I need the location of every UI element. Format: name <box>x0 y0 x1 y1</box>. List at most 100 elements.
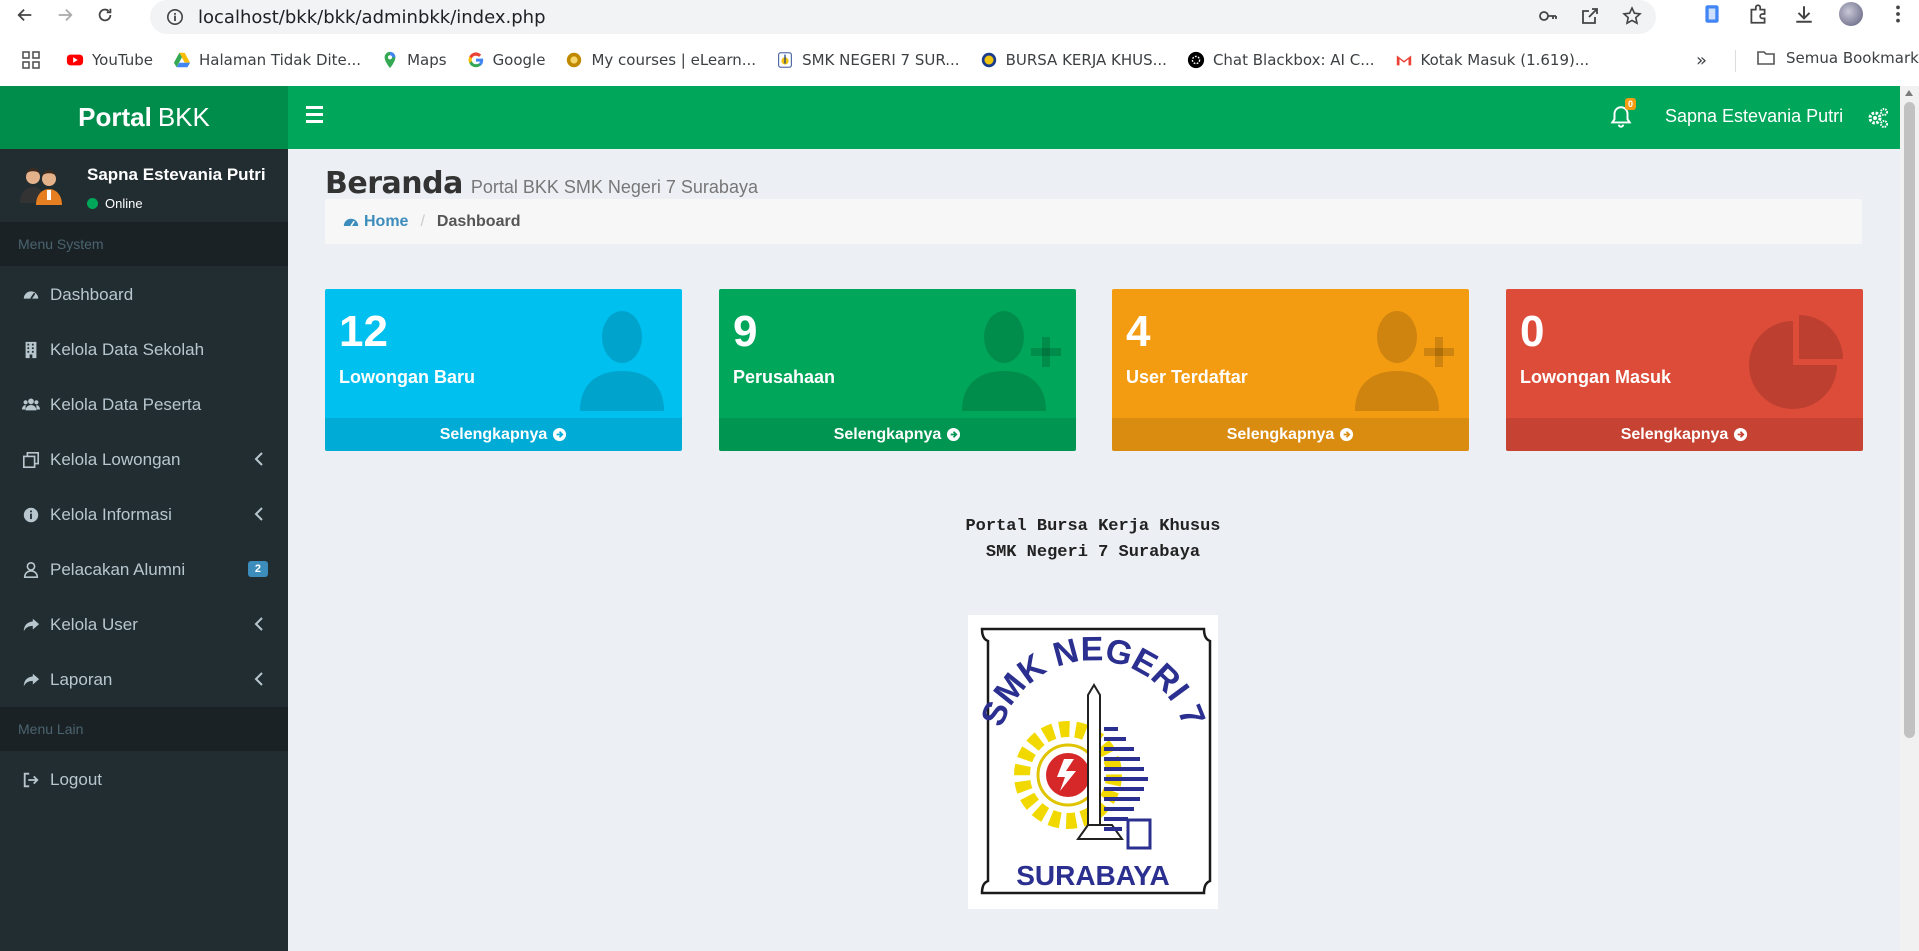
reading-mode-icon[interactable] <box>1701 3 1723 25</box>
browser-right-actions <box>1701 2 1909 26</box>
extensions-icon[interactable] <box>1747 3 1769 25</box>
bookmark-drive[interactable]: Halaman Tidak Dite... <box>173 51 361 69</box>
open-in-new-icon[interactable] <box>1580 6 1600 26</box>
more-info-link[interactable]: Selengkapnya <box>719 418 1076 451</box>
sidebar-item-kelola-lowongan[interactable]: Kelola Lowongan <box>0 432 288 487</box>
stat-label: Perusahaan <box>733 367 836 387</box>
all-bookmarks-label: Semua Bookmark <box>1786 49 1919 67</box>
more-info-label: Selengkapnya <box>1620 425 1729 443</box>
more-info-link[interactable]: Selengkapnya <box>325 418 682 451</box>
page-scrollbar[interactable] <box>1900 86 1919 951</box>
sidebar-item-dashboard[interactable]: Dashboard <box>0 267 288 322</box>
bookmark-label: SMK NEGERI 7 SUR... <box>802 51 960 69</box>
site-info-icon[interactable] <box>166 8 184 26</box>
stat-box-user-terdaftar: 4 User Terdaftar Selengkapnya <box>1112 289 1469 451</box>
users-icon <box>22 396 40 414</box>
browser-chrome: localhost/bkk/bkk/adminbkk/index.php You… <box>0 0 1919 86</box>
sidebar-item-label: Kelola Data Sekolah <box>50 339 205 359</box>
logo-text: BKK <box>157 102 210 132</box>
bookmark-youtube[interactable]: YouTube <box>66 51 153 69</box>
stat-value: 4 <box>1126 307 1151 356</box>
bookmark-bkk[interactable]: BURSA KERJA KHUS... <box>980 51 1167 69</box>
bookmark-elearning[interactable]: My courses | eLearn... <box>565 51 756 69</box>
sidebar: Sapna Estevania Putri Online Menu System… <box>0 149 288 951</box>
bookmark-blackbox[interactable]: Chat Blackbox: AI C... <box>1187 51 1375 69</box>
blackbox-icon <box>1187 51 1205 69</box>
more-info-link[interactable]: Selengkapnya <box>1506 418 1863 451</box>
scroll-thumb[interactable] <box>1904 102 1915 738</box>
elearning-icon <box>567 52 582 68</box>
stat-label: User Terdaftar <box>1126 367 1248 387</box>
forward-button[interactable] <box>50 0 80 30</box>
bookmark-maps[interactable]: Maps <box>381 51 447 69</box>
sidebar-item-label: Laporan <box>50 669 113 689</box>
profile-avatar[interactable] <box>1839 2 1863 26</box>
chevron-left-icon <box>254 452 263 466</box>
user-status: Online <box>87 196 143 211</box>
bookmarks-bar: YouTube Halaman Tidak Dite... Maps Googl… <box>0 44 1919 76</box>
more-bookmarks-button[interactable]: » <box>1696 50 1707 71</box>
bookmark-smk[interactable]: SMK NEGERI 7 SUR... <box>776 51 960 69</box>
app-logo[interactable]: Portal BKK <box>0 86 288 149</box>
sidebar-item-kelola-informasi[interactable]: Kelola Informasi <box>0 487 288 542</box>
back-button[interactable] <box>10 0 40 30</box>
apps-grid-icon <box>22 51 40 69</box>
sidebar-item-kelola-user[interactable]: Kelola User <box>0 597 288 652</box>
chevron-left-icon <box>254 617 263 631</box>
chevron-left-icon <box>254 672 263 686</box>
reload-button[interactable] <box>90 0 120 30</box>
address-bar[interactable]: localhost/bkk/bkk/adminbkk/index.php <box>150 0 1656 34</box>
bookmark-label: Chat Blackbox: AI C... <box>1212 51 1375 69</box>
bookmark-label: Halaman Tidak Dite... <box>199 51 362 69</box>
download-icon[interactable] <box>1793 3 1815 25</box>
scroll-up-arrow-icon[interactable] <box>1905 90 1913 96</box>
sidebar-item-logout[interactable]: Logout <box>0 752 288 807</box>
password-key-icon[interactable] <box>1538 6 1558 26</box>
google-drive-icon <box>173 52 191 68</box>
sidebar-toggle-button[interactable] <box>306 106 326 128</box>
gears-icon[interactable] <box>1866 106 1890 130</box>
sidebar-item-label: Kelola Informasi <box>50 504 172 524</box>
arrow-circle-right-icon <box>553 427 567 442</box>
sidebar-item-label: Dashboard <box>50 284 134 304</box>
apps-grid-button[interactable] <box>22 51 40 69</box>
portal-school-line: SMK Negeri 7 Surabaya <box>985 543 1201 562</box>
stat-box-perusahaan: 9 Perusahaan Selengkapnya <box>719 289 1076 451</box>
more-info-label: Selengkapnya <box>833 425 942 443</box>
pie-chart-icon <box>1749 315 1843 409</box>
user-menu[interactable]: Sapna Estevania Putri <box>1665 106 1843 127</box>
sidebar-item-laporan[interactable]: Laporan <box>0 652 288 707</box>
sign-out-icon <box>22 771 40 789</box>
sidebar-item-kelola-data-peserta[interactable]: Kelola Data Peserta <box>0 377 288 432</box>
share-icon <box>22 616 40 634</box>
sidebar-item-pelacakan-alumni[interactable]: Pelacakan Alumni 2 <box>0 542 288 597</box>
bookmark-star-icon[interactable] <box>1622 6 1642 26</box>
bookmark-label: YouTube <box>92 51 153 69</box>
stat-value: 12 <box>339 307 388 356</box>
logo-bold-text: Portal <box>78 102 152 132</box>
school-logo: SMK NEGERI 7 SURABAYA <box>968 615 1218 909</box>
sidebar-item-label: Kelola Data Peserta <box>50 394 202 414</box>
more-info-link[interactable]: Selengkapnya <box>1112 418 1469 451</box>
reload-icon <box>98 8 112 22</box>
all-bookmarks-button[interactable]: Semua Bookmark <box>1756 48 1919 68</box>
bookmark-google[interactable]: Google <box>467 51 545 69</box>
chevron-left-icon <box>254 507 263 521</box>
stat-box-lowongan-masuk: 0 Lowongan Masuk Selengkapnya <box>1506 289 1863 451</box>
bookmark-gmail[interactable]: Kotak Masuk (1.619)... <box>1395 51 1589 69</box>
back-arrow-icon <box>17 8 32 22</box>
sidebar-item-label: Logout <box>50 769 102 789</box>
stat-value: 9 <box>733 307 758 356</box>
avatar <box>20 168 62 205</box>
user-icon <box>580 311 664 411</box>
sidebar-item-kelola-data-sekolah[interactable]: Kelola Data Sekolah <box>0 322 288 377</box>
more-menu-icon[interactable] <box>1887 3 1909 25</box>
address-bar-actions <box>1538 6 1642 26</box>
youtube-icon <box>66 54 84 66</box>
arrow-circle-right-icon <box>1734 427 1748 442</box>
breadcrumb-home-link[interactable]: Home <box>343 213 408 231</box>
dashboard-icon <box>22 286 40 304</box>
online-dot-icon <box>87 198 98 209</box>
stat-box-lowongan-baru: 12 Lowongan Baru Selengkapnya <box>325 289 682 451</box>
url-text[interactable]: localhost/bkk/bkk/adminbkk/index.php <box>198 7 546 28</box>
